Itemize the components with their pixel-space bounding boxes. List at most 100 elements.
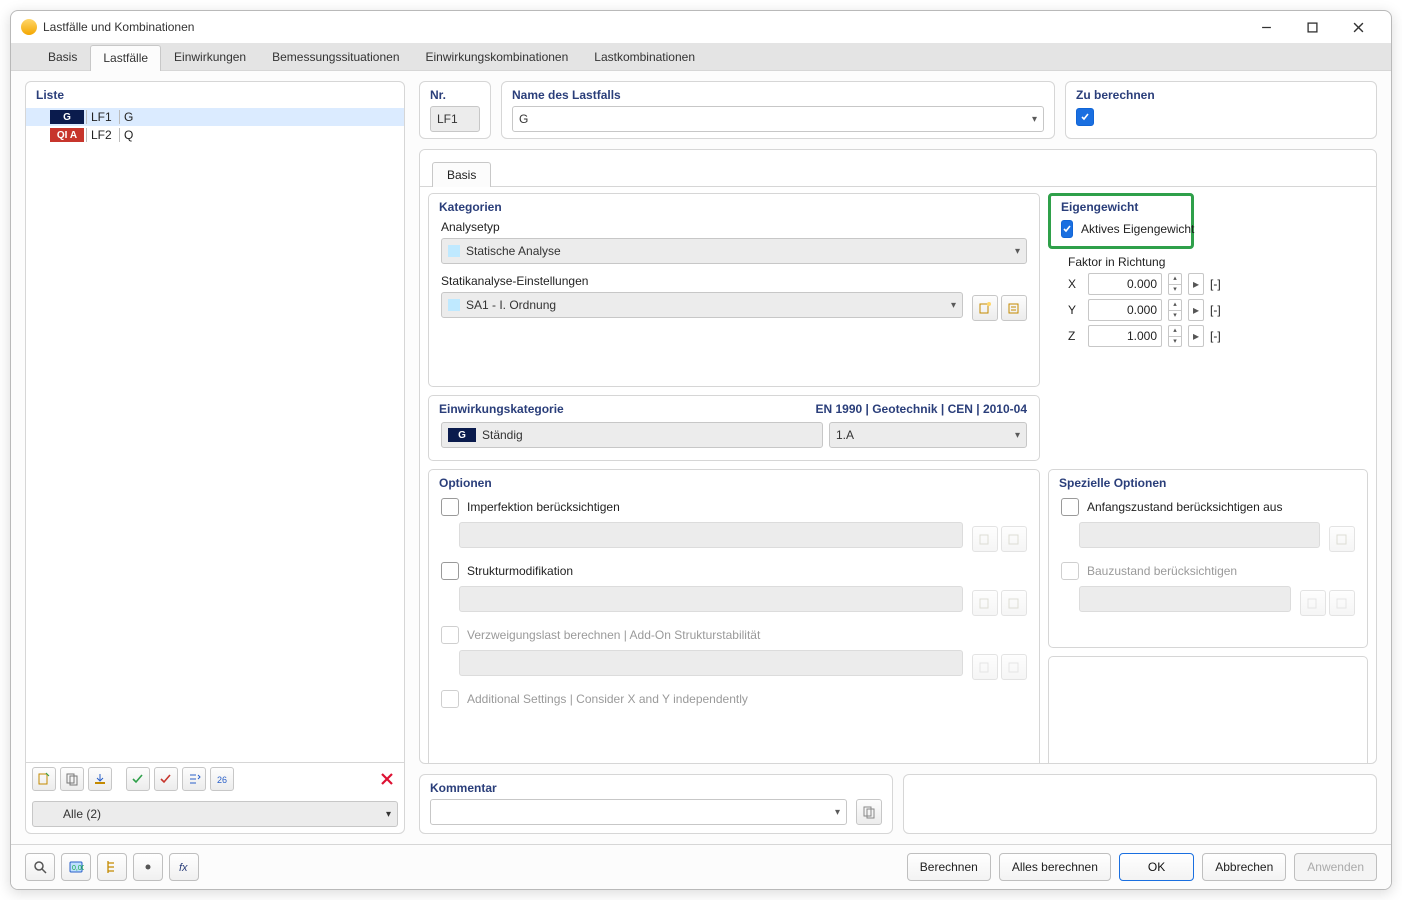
tab-bemessung[interactable]: Bemessungssituationen <box>259 44 412 70</box>
optionen-title: Optionen <box>429 470 1039 494</box>
ek-sub-dropdown[interactable]: 1.A ▾ <box>829 422 1027 448</box>
edit-settings-icon[interactable] <box>1001 295 1027 321</box>
einwirkungskategorie-group: EN 1990 | Geotechnik | CEN | 2010-04 Ein… <box>428 395 1040 461</box>
factor-x-input[interactable]: 0.000 <box>1088 273 1162 295</box>
struktur-dropdown <box>459 586 963 612</box>
chevron-down-icon: ▾ <box>951 300 956 311</box>
bauzustand-checkbox <box>1061 562 1079 580</box>
uncheck-all-icon[interactable] <box>154 767 178 791</box>
tab-lastfaelle[interactable]: Lastfälle <box>90 45 161 71</box>
function-icon[interactable]: fx <box>169 853 199 881</box>
search-icon[interactable] <box>25 853 55 881</box>
list-panel: Liste G LF1 G QI A LF2 Q <box>25 81 405 834</box>
anfang-label: Anfangszustand berücksichtigen aus <box>1087 500 1282 514</box>
new-icon <box>972 654 998 680</box>
detail-panel: Basis Kategorien Analysetyp Statische An… <box>419 149 1377 764</box>
close-button[interactable] <box>1335 11 1381 43</box>
anfang-dropdown <box>1079 522 1320 548</box>
list-row[interactable]: QI A LF2 Q <box>26 126 404 144</box>
list-toolbar: 26 <box>26 762 404 795</box>
active-selfweight-checkbox[interactable] <box>1061 220 1073 238</box>
anfang-checkbox[interactable] <box>1061 498 1079 516</box>
tab-basis[interactable]: Basis <box>35 44 90 70</box>
ok-button[interactable]: OK <box>1119 853 1194 881</box>
factor-label: Faktor in Richtung <box>1068 253 1368 271</box>
standard-link[interactable]: EN 1990 | Geotechnik | CEN | 2010-04 <box>816 402 1028 416</box>
statik-dropdown[interactable]: SA1 - I. Ordnung ▾ <box>441 292 963 318</box>
tree-icon[interactable] <box>97 853 127 881</box>
berechnen-button[interactable]: Berechnen <box>907 853 991 881</box>
list-name: Q <box>120 128 133 142</box>
maximize-button[interactable] <box>1289 11 1335 43</box>
play-icon[interactable]: ▸ <box>1188 273 1204 295</box>
struktur-checkbox[interactable] <box>441 562 459 580</box>
factor-y-input[interactable]: 0.000 <box>1088 299 1162 321</box>
analysetyp-dropdown[interactable]: Statische Analyse ▾ <box>441 238 1027 264</box>
filter-value: Alle (2) <box>63 807 101 821</box>
imperfektion-checkbox[interactable] <box>441 498 459 516</box>
new-icon <box>972 590 998 616</box>
import-icon[interactable] <box>88 767 112 791</box>
kommentar-edit-icon[interactable] <box>856 799 882 825</box>
ek-category-dropdown[interactable]: G Ständig <box>441 422 823 448</box>
alles-berechnen-button[interactable]: Alles berechnen <box>999 853 1111 881</box>
tab-einwirkungskomb[interactable]: Einwirkungskombinationen <box>413 44 582 70</box>
renumber-icon[interactable]: 26 <box>210 767 234 791</box>
additional-label: Additional Settings | Consider X and Y i… <box>467 692 748 706</box>
chevron-down-icon: ▾ <box>386 809 391 820</box>
play-icon[interactable]: ▸ <box>1188 325 1204 347</box>
abbrechen-button[interactable]: Abbrechen <box>1202 853 1286 881</box>
calc-checkbox[interactable] <box>1076 108 1094 126</box>
struktur-label: Strukturmodifikation <box>467 564 573 578</box>
verzweigung-dropdown <box>459 650 963 676</box>
new-icon[interactable] <box>32 767 56 791</box>
play-icon[interactable]: ▸ <box>1188 299 1204 321</box>
eigengewicht-group: Eigengewicht Aktives Eigengewicht <box>1048 193 1194 249</box>
edit-icon <box>1001 526 1027 552</box>
footer-bar: 0,00 fx Berechnen Alles berechnen OK Abb… <box>11 844 1391 889</box>
check-all-icon[interactable] <box>126 767 150 791</box>
swatch-icon <box>448 245 460 257</box>
tab-einwirkungen[interactable]: Einwirkungen <box>161 44 259 70</box>
dot-icon[interactable] <box>133 853 163 881</box>
app-icon <box>21 19 37 35</box>
nr-field[interactable]: LF1 <box>430 106 480 132</box>
calc-panel: Zu berechnen <box>1065 81 1377 139</box>
bauzustand-dropdown <box>1079 586 1291 612</box>
swatch-icon <box>448 299 460 311</box>
copy-icon[interactable] <box>60 767 84 791</box>
new-settings-icon[interactable] <box>972 295 998 321</box>
chevron-down-icon: ▾ <box>1015 430 1020 441</box>
kommentar-field[interactable]: ▾ <box>430 799 847 825</box>
spinner[interactable]: ▴▾ <box>1168 325 1182 347</box>
name-panel: Name des Lastfalls G ▾ <box>501 81 1055 139</box>
spinner[interactable]: ▴▾ <box>1168 273 1182 295</box>
chevron-down-icon: ▾ <box>835 807 840 818</box>
name-field[interactable]: G ▾ <box>512 106 1044 132</box>
list-row[interactable]: G LF1 G <box>26 108 404 126</box>
name-label: Name des Lastfalls <box>502 82 1054 106</box>
edit-icon <box>1329 590 1355 616</box>
kommentar-side-panel <box>903 774 1377 834</box>
empty-group <box>1048 656 1368 763</box>
edit-icon <box>1329 526 1355 552</box>
eigengewicht-title: Eigengewicht <box>1051 196 1191 218</box>
spinner[interactable]: ▴▾ <box>1168 299 1182 321</box>
imperfektion-dropdown <box>459 522 963 548</box>
list-tag: QI A <box>50 128 84 142</box>
optionen-group: Optionen Imperfektion berücksichtigen <box>428 469 1040 763</box>
factor-z-input[interactable]: 1.000 <box>1088 325 1162 347</box>
statik-label: Statikanalyse-Einstellungen <box>429 272 1039 290</box>
delete-icon[interactable] <box>376 768 398 790</box>
chevron-down-icon: ▾ <box>1015 246 1020 257</box>
units-icon[interactable]: 0,00 <box>61 853 91 881</box>
subtab-basis[interactable]: Basis <box>432 162 491 187</box>
tab-lastkomb[interactable]: Lastkombinationen <box>581 44 708 70</box>
nr-panel: Nr. LF1 <box>419 81 491 139</box>
minimize-button[interactable] <box>1243 11 1289 43</box>
kategorien-title: Kategorien <box>429 194 1039 218</box>
sort-icon[interactable] <box>182 767 206 791</box>
additional-checkbox <box>441 690 459 708</box>
list-filter-dropdown[interactable]: Alle (2) ▾ <box>32 801 398 827</box>
chevron-down-icon[interactable]: ▾ <box>1032 114 1037 125</box>
